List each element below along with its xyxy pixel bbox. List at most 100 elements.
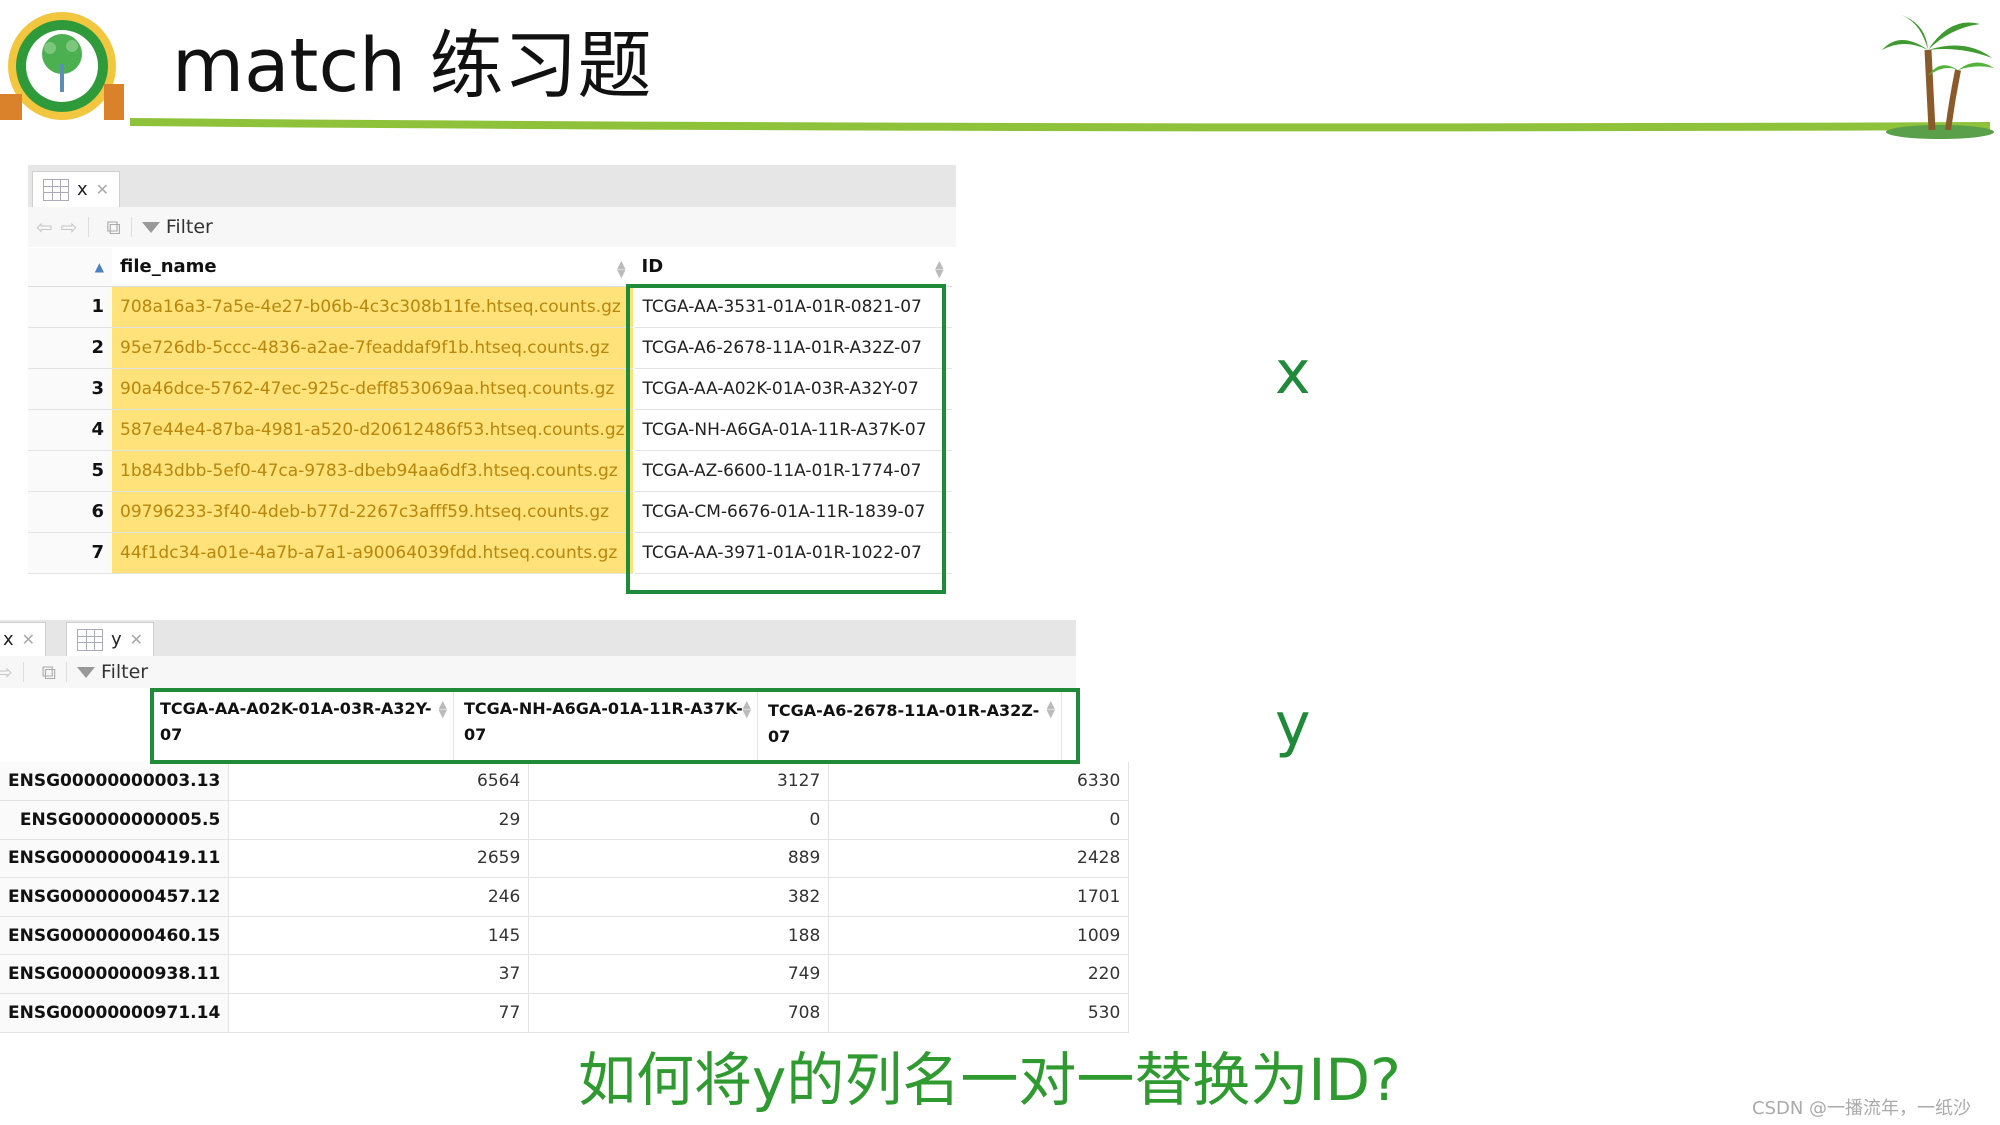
column-header-sample-1[interactable]: TCGA-AA-A02K-01A-03R-A32Y- 07 ▲ ▼ — [150, 688, 454, 760]
row-number: 7 — [28, 532, 112, 574]
count-cell[interactable]: 145 — [228, 916, 530, 956]
count-cell[interactable]: 1009 — [828, 916, 1130, 956]
watermark: CSDN @一播流年，一纸沙 — [1752, 1098, 1972, 1119]
filter-funnel-icon — [141, 221, 160, 233]
column-header-sample-2[interactable]: TCGA-NH-A6GA-01A-11R-A37K- 07 ▲ ▼ — [454, 688, 758, 760]
count-cell[interactable]: 220 — [828, 954, 1130, 995]
table-row[interactable]: ENSG00000000457.12 246 382 1701 — [0, 877, 1130, 917]
tab-y[interactable]: y ✕ — [66, 622, 155, 656]
y-data-viewer: x ✕ y ✕ ⇨ ⧉ Filter — [0, 620, 1076, 688]
file-name-cell[interactable]: 95e726db-5ccc-4836-a2ae-7feaddaf9f1b.hts… — [112, 327, 635, 369]
row-number: 6 — [28, 491, 112, 533]
forward-arrow-icon[interactable]: ⇨ — [0, 660, 13, 684]
id-cell[interactable]: TCGA-AA-3531-01A-01R-0821-07 — [633, 286, 952, 328]
tab-x[interactable]: x ✕ — [0, 622, 47, 656]
table-row[interactable]: 1 708a16a3-7a5e-4e27-b06b-4c3c308b11fe.ht… — [28, 286, 952, 328]
table-row[interactable]: ENSG00000000005.5 29 0 0 — [0, 800, 1130, 840]
logo-icon — [0, 12, 124, 120]
count-cell[interactable]: 6330 — [828, 762, 1130, 802]
gene-id-cell: ENSG00000000419.11 — [0, 839, 230, 879]
close-icon[interactable]: ✕ — [22, 630, 35, 649]
count-cell[interactable]: 530 — [828, 993, 1130, 1033]
table-row[interactable]: 4 587e44e4-87ba-4981-a520-d20612486f53.ht… — [28, 409, 952, 451]
count-cell[interactable]: 1701 — [828, 877, 1130, 917]
column-header-line: TCGA-AA-A02K-01A-03R-A32Y- — [160, 699, 432, 718]
count-cell[interactable]: 6564 — [228, 762, 530, 802]
count-cell[interactable]: 246 — [228, 877, 530, 917]
filter-button[interactable]: Filter — [141, 216, 213, 238]
table-row[interactable]: 5 1b843dbb-5ef0-47ca-9783-dbeb94aa6df3.ht… — [28, 450, 952, 492]
row-number: 1 — [28, 286, 112, 328]
close-icon[interactable]: ✕ — [96, 180, 109, 199]
toolbar-divider — [130, 217, 132, 237]
table-row[interactable]: ENSG00000000460.15 145 188 1009 — [0, 916, 1130, 956]
popout-icon[interactable]: ⧉ — [107, 215, 121, 239]
count-cell[interactable]: 2428 — [828, 839, 1130, 879]
file-name-cell[interactable]: 90a46dce-5762-47ec-925c-deff853069aa.hts… — [112, 368, 635, 410]
count-cell[interactable]: 749 — [528, 954, 830, 995]
sort-icon: ▲ ▼ — [1046, 698, 1055, 720]
count-cell[interactable]: 708 — [528, 993, 830, 1033]
sort-ascending-icon: ▲ — [94, 259, 104, 274]
question-text: 如何将y的列名一对一替换为ID? — [578, 1046, 1401, 1114]
column-header-id[interactable]: ID ▲ ▼ — [633, 248, 952, 287]
column-header-file-name[interactable]: file_name ▲ ▼ — [112, 248, 634, 287]
count-cell[interactable]: 188 — [528, 916, 830, 956]
gene-id-cell: ENSG00000000938.11 — [0, 954, 230, 995]
count-cell[interactable]: 0 — [528, 800, 830, 840]
table-row[interactable]: ENSG00000000938.11 37 749 220 — [0, 954, 1130, 995]
table-row[interactable]: ENSG00000000003.13 6564 3127 6330 — [0, 762, 1130, 802]
close-icon[interactable]: ✕ — [130, 630, 143, 649]
sort-icon: ▲ ▼ — [617, 257, 626, 280]
tab-x-label: x — [3, 629, 14, 650]
table-row[interactable]: 7 44f1dc34-a01e-4a7b-a7a1-a90064039fdd.ht… — [28, 532, 952, 574]
count-cell[interactable]: 382 — [528, 877, 830, 917]
header-divider — [129, 118, 1991, 132]
count-cell[interactable]: 889 — [528, 839, 830, 879]
x-tabbar: x ✕ — [28, 165, 956, 207]
filter-funnel-icon — [77, 666, 96, 678]
count-cell[interactable]: 2659 — [228, 839, 530, 879]
count-cell[interactable]: 37 — [228, 954, 530, 995]
id-cell[interactable]: TCGA-A6-2678-11A-01R-A32Z-07 — [633, 327, 952, 369]
sort-icon: ▲ ▼ — [935, 257, 944, 280]
toolbar-divider — [66, 662, 68, 682]
table-row[interactable]: ENSG00000000971.14 77 708 530 — [0, 993, 1130, 1033]
table-row[interactable]: 3 90a46dce-5762-47ec-925c-deff853069aa.ht… — [28, 368, 952, 410]
x-table: ▲ file_name ▲ ▼ ID ▲ ▼ 1 708a16a3-7a5e-4e27-b… — [28, 248, 952, 574]
count-cell[interactable]: 29 — [228, 800, 530, 840]
count-cell[interactable]: 0 — [828, 800, 1130, 840]
tab-x-label: x — [77, 179, 88, 200]
id-cell[interactable]: TCGA-AA-A02K-01A-03R-A32Y-07 — [633, 368, 952, 410]
back-arrow-icon[interactable]: ⇦ — [36, 215, 53, 239]
row-index-header[interactable]: ▲ — [28, 248, 112, 287]
filter-button[interactable]: Filter — [77, 661, 148, 683]
id-cell[interactable]: TCGA-NH-A6GA-01A-11R-A37K-07 — [633, 409, 952, 451]
filter-label: Filter — [165, 216, 213, 238]
id-cell[interactable]: TCGA-CM-6676-01A-11R-1839-07 — [633, 491, 952, 533]
file-name-cell[interactable]: 1b843dbb-5ef0-47ca-9783-dbeb94aa6df3.hts… — [112, 450, 635, 492]
sort-icon: ▲ ▼ — [438, 698, 447, 720]
row-number: 4 — [28, 409, 112, 451]
file-name-cell[interactable]: 44f1dc34-a01e-4a7b-a7a1-a90064039fdd.hts… — [112, 532, 635, 574]
column-header-line: TCGA-A6-2678-11A-01R-A32Z-07 — [768, 701, 1040, 746]
id-cell[interactable]: TCGA-AZ-6600-11A-01R-1774-07 — [633, 450, 952, 492]
forward-arrow-icon[interactable]: ⇨ — [61, 215, 78, 239]
x-header-row: ▲ file_name ▲ ▼ ID ▲ ▼ — [28, 248, 952, 287]
file-name-cell[interactable]: 587e44e4-87ba-4981-a520-d20612486f53.hts… — [112, 409, 635, 451]
table-row[interactable]: 2 95e726db-5ccc-4836-a2ae-7feaddaf9f1b.ht… — [28, 327, 952, 369]
file-name-cell[interactable]: 09796233-3f40-4deb-b77d-2267c3afff59.hts… — [112, 491, 635, 533]
row-number: 5 — [28, 450, 112, 492]
column-header-sample-3[interactable]: TCGA-A6-2678-11A-01R-A32Z-07 ▲ ▼ — [758, 688, 1062, 760]
count-cell[interactable]: 77 — [228, 993, 530, 1033]
y-table: ENSG00000000003.13 6564 3127 6330 ENSG00000… — [0, 762, 1130, 1033]
popout-icon[interactable]: ⧉ — [42, 660, 56, 684]
count-cell[interactable]: 3127 — [528, 762, 830, 802]
file-name-cell[interactable]: 708a16a3-7a5e-4e27-b06b-4c3c308b11fe.hts… — [112, 286, 635, 328]
tab-x[interactable]: x ✕ — [32, 171, 121, 207]
id-cell[interactable]: TCGA-AA-3971-01A-01R-1022-07 — [633, 532, 952, 574]
table-row[interactable]: ENSG00000000419.11 2659 889 2428 — [0, 839, 1130, 879]
table-row[interactable]: 6 09796233-3f40-4deb-b77d-2267c3afff59.ht… — [28, 491, 952, 533]
y-tabbar: x ✕ y ✕ — [0, 620, 1076, 656]
table-icon — [77, 628, 103, 651]
